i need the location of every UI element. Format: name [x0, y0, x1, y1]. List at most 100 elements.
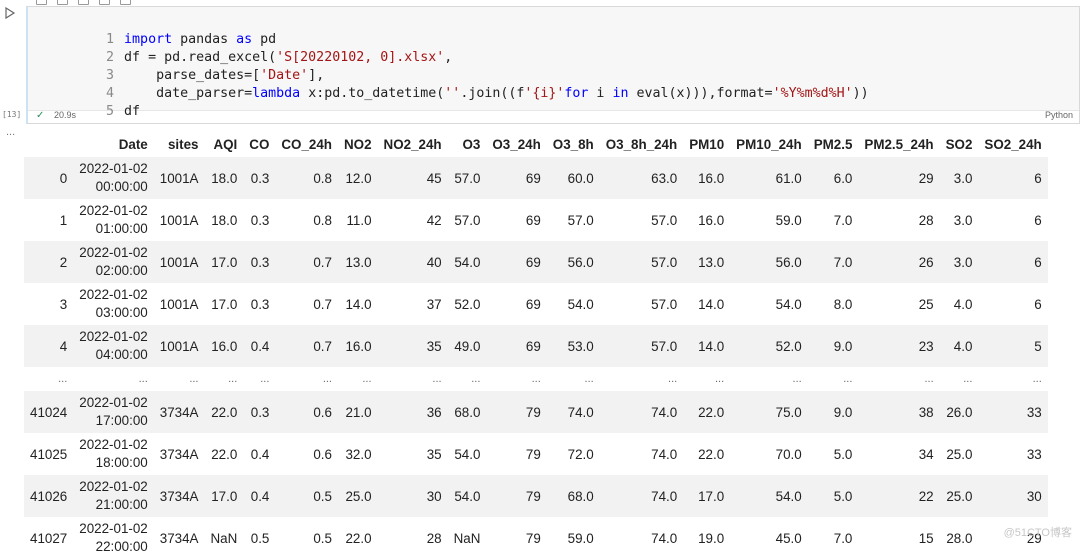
- table-cell: 32.0: [345, 446, 372, 462]
- code-cell[interactable]: 1 import pandas as pd 2 df = pd.read_excel…: [26, 6, 1080, 124]
- column-header: sites: [153, 131, 205, 157]
- ellipsis-cell: ...: [584, 373, 594, 385]
- toolbar-icon[interactable]: [99, 0, 110, 5]
- table-cell: 9.0: [833, 404, 853, 420]
- table-cell: 60.0: [567, 170, 594, 186]
- ellipsis-cell: ...: [362, 373, 372, 385]
- column-header: PM10_24h: [730, 131, 808, 157]
- table-cell: 7.0: [833, 530, 853, 546]
- table-row: 41024 2022-01-02 17:00:00 3734A 22.0 0.3 0.6 21…: [24, 391, 1048, 433]
- table-cell: 21.0: [345, 404, 372, 420]
- date-part: 2022-01-02: [79, 245, 148, 260]
- table-cell: 3734A: [159, 488, 199, 504]
- table-cell: 0.8: [313, 212, 332, 228]
- table-cell: 61.0: [775, 170, 802, 186]
- table-cell: 54.0: [567, 296, 594, 312]
- table-cell: 54.0: [775, 296, 802, 312]
- table-cell: 16.0: [698, 170, 725, 186]
- table-cell: 25: [918, 296, 934, 312]
- table-cell: 3734A: [159, 404, 199, 420]
- table-cell: 17.0: [211, 254, 238, 270]
- elapsed-time: 20.9s: [54, 110, 77, 120]
- time-part: 18:00:00: [95, 455, 148, 470]
- table-cell: 4.0: [953, 338, 973, 354]
- date-part: 2022-01-02: [79, 395, 148, 410]
- table-cell: 0.7: [313, 254, 332, 270]
- table-cell: 0.5: [250, 530, 270, 546]
- kernel-language[interactable]: Python: [1045, 110, 1073, 120]
- table-cell: 16.0: [345, 338, 372, 354]
- ellipsis-cell: ...: [792, 373, 802, 385]
- toolbar-icon[interactable]: [78, 0, 89, 5]
- date-cell: 2022-01-02 18:00:00: [73, 433, 154, 475]
- time-part: 01:00:00: [95, 221, 148, 236]
- table-cell: 57.0: [651, 212, 678, 228]
- table-cell: 57.0: [651, 338, 678, 354]
- table-cell: 0.3: [250, 254, 270, 270]
- table-cell: 3734A: [159, 446, 199, 462]
- table-cell: 57.0: [454, 170, 481, 186]
- delete-icon[interactable]: [120, 0, 131, 5]
- dataframe-output: Date sites AQI CO CO_24h NO2 NO2_24h O3 O3_24h O3…: [24, 131, 1048, 559]
- table-row: 41027 2022-01-02 22:00:00 3734A NaN 0.5 0.5 22.…: [24, 517, 1048, 559]
- ellipsis-cell: ...: [1032, 373, 1042, 385]
- table-cell: 22.0: [345, 530, 372, 546]
- table-cell: 0.4: [250, 338, 270, 354]
- cell-status-bar: ✓ 20.9s Python: [28, 108, 1079, 123]
- run-cell-icon[interactable]: [4, 6, 16, 20]
- column-header: O3_8h_24h: [599, 131, 684, 157]
- output-menu-icon[interactable]: ...: [6, 126, 15, 138]
- table-cell: 6: [1034, 212, 1042, 228]
- toolbar-icon[interactable]: [36, 0, 47, 5]
- table-cell: 18.0: [211, 170, 238, 186]
- date-cell: 2022-01-02 02:00:00: [73, 241, 154, 283]
- column-header: Date: [73, 131, 154, 157]
- table-cell: 37: [426, 296, 442, 312]
- table-cell: 68.0: [454, 404, 481, 420]
- table-cell: 3734A: [159, 530, 199, 546]
- table-cell: 13.0: [345, 254, 372, 270]
- table-cell: 3.0: [953, 212, 973, 228]
- ellipsis-cell: ...: [432, 373, 442, 385]
- table-cell: 34: [918, 446, 934, 462]
- table-cell: 0.4: [250, 488, 270, 504]
- table-cell: 54.0: [775, 488, 802, 504]
- table-cell: 5.0: [833, 446, 853, 462]
- index-header: [24, 131, 74, 157]
- ellipsis-cell: ...: [963, 373, 973, 385]
- code-line: 1 import pandas as pd: [28, 13, 276, 47]
- date-part: 2022-01-02: [79, 329, 148, 344]
- table-cell: 17.0: [211, 488, 238, 504]
- column-header: PM2.5: [807, 131, 859, 157]
- table-cell: 7.0: [833, 212, 853, 228]
- toolbar-icon[interactable]: [57, 0, 68, 5]
- column-header: SO2: [939, 131, 979, 157]
- table-cell: 45.0: [775, 530, 802, 546]
- table-cell: 5: [1034, 338, 1042, 354]
- table-cell: 4.0: [953, 296, 973, 312]
- success-check-icon: ✓: [36, 110, 45, 121]
- ellipsis-cell: ...: [924, 373, 934, 385]
- time-part: 04:00:00: [95, 347, 148, 362]
- ellipsis-cell: ...: [260, 373, 270, 385]
- table-cell: 45: [426, 170, 442, 186]
- table-cell: 14.0: [698, 296, 725, 312]
- ellipsis-cell: ...: [322, 373, 332, 385]
- table-cell: 35: [426, 338, 442, 354]
- column-header: CO_24h: [275, 131, 338, 157]
- execution-count: [13]: [2, 110, 22, 119]
- table-cell: 0.4: [250, 446, 270, 462]
- table-cell: 1001A: [159, 338, 199, 354]
- table-cell: 40: [426, 254, 442, 270]
- table-cell: 69: [525, 338, 541, 354]
- ellipsis-cell: ...: [715, 373, 725, 385]
- table-cell: 74.0: [567, 404, 594, 420]
- table-cell: 22.0: [211, 446, 238, 462]
- row-index: 41026: [30, 488, 68, 504]
- table-cell: 0.3: [250, 212, 270, 228]
- code-line: 3 parse_dates=['Date'],: [28, 49, 324, 83]
- date-cell: 2022-01-02 17:00:00: [73, 391, 154, 433]
- table-cell: 25.0: [946, 488, 973, 504]
- table-cell: 53.0: [567, 338, 594, 354]
- code-editor[interactable]: 1 import pandas as pd 2 df = pd.read_excel…: [28, 7, 1079, 119]
